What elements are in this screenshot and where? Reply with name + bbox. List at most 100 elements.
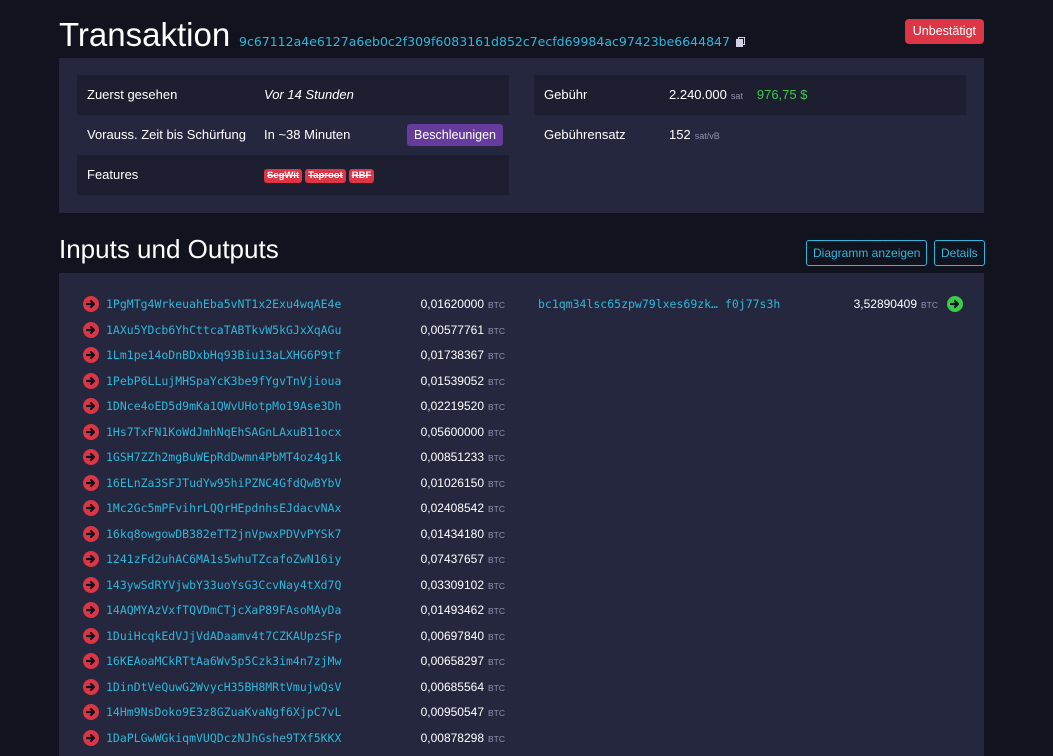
input-arrow-icon[interactable]: [83, 551, 99, 567]
input-amount-value: 0,00878298: [420, 730, 484, 745]
input-amount: 0,03309102 BTC: [421, 577, 505, 594]
input-arrow-icon[interactable]: [83, 449, 99, 465]
input-row: 1PgMTg4WrkeuahEba5vNT1x2Exu4wqAE4e 0,0162…: [59, 296, 519, 321]
input-arrow-icon[interactable]: [83, 372, 99, 389]
features-row: Features SegWit Taproot RBF: [77, 155, 509, 195]
input-amount-value: 0,03309102: [420, 577, 484, 592]
accelerate-button[interactable]: Beschleunigen: [407, 124, 504, 146]
output-amount: 3,52890409 BTC: [854, 296, 938, 313]
input-amount-unit: BTC: [488, 708, 505, 718]
input-amount: 0,07437657 BTC: [421, 551, 505, 568]
input-amount: 0,00878298 BTC: [421, 730, 505, 747]
input-amount-value: 0,02408542: [420, 501, 484, 515]
input-amount: 0,01434180 BTC: [421, 526, 505, 543]
input-arrow-icon[interactable]: [83, 296, 99, 312]
input-amount-value: 0,01620000: [420, 297, 484, 311]
input-arrow-icon[interactable]: [83, 678, 99, 695]
input-amount-unit: BTC: [488, 504, 505, 514]
feerate-value: 152: [669, 127, 691, 142]
input-address[interactable]: 16KEAoaMCkRTtAa6Wv5p5Czk3im4n7zjMw: [106, 653, 341, 669]
input-address[interactable]: 16kq8owgowDB382eTT2jnVpwxPDVvPYSk7: [106, 526, 341, 542]
input-arrow-icon[interactable]: [83, 321, 99, 338]
txid[interactable]: 9c67112a4e6127a6eb0c2f309f6083161d852c7e…: [239, 34, 745, 49]
output-amount-unit: BTC: [921, 300, 938, 310]
fee-usd: 976,75 $: [756, 87, 808, 102]
input-address[interactable]: 1DinDtVeQuwG2WvycH35BH8MRtVmujwQsV: [106, 679, 341, 695]
input-address[interactable]: 143ywSdRYVjwbY33uoYsG3CcvNay4tXd7Q: [106, 577, 341, 593]
feerate-row: Gebührensatz 152 sat/vB: [534, 115, 966, 155]
input-amount-unit: BTC: [488, 478, 505, 489]
input-amount: 0,00658297 BTC: [421, 653, 505, 670]
input-amount-unit: BTC: [488, 580, 505, 591]
input-arrow-icon[interactable]: [83, 576, 99, 593]
input-amount-value: 0,01738367: [420, 348, 484, 362]
input-row: 1AXu5YDcb6YhCttcaTABTkvW5kGJxXqAGu 0,0057…: [59, 321, 519, 347]
input-arrow-icon[interactable]: [83, 423, 99, 440]
input-address[interactable]: 1PebP6LLujMHSpaYcK3be9fYgvTnVjioua: [106, 373, 341, 389]
input-arrow-icon[interactable]: [83, 474, 99, 491]
fee-unit: sat: [730, 91, 743, 101]
input-address[interactable]: 1Lm1pe14oDnBDxbHq93Biu13aLXHG6P9tf: [106, 347, 341, 363]
input-address[interactable]: 1DNce4oED5d9mKa1QWvUHotpMo19Ase3Dh: [106, 398, 341, 414]
details-button[interactable]: Details: [934, 240, 985, 266]
input-arrow-icon[interactable]: [83, 704, 99, 720]
show-diagram-button[interactable]: Diagramm anzeigen: [806, 240, 928, 266]
input-amount: 0,01539052 BTC: [421, 373, 505, 390]
eta-value: In ~38 Minuten: [264, 127, 351, 142]
copy-icon[interactable]: [735, 35, 745, 47]
eta-row: Vorauss. Zeit bis Schürfung In ~38 Minut…: [77, 115, 509, 155]
input-amount-unit: BTC: [488, 657, 505, 667]
input-amount: 0,00685564 BTC: [421, 679, 505, 696]
first-seen-value: Vor 14 Stunden: [264, 87, 354, 102]
input-address[interactable]: 1DaPLGwWGkiqmVUQDczNJhGshe9TXf5KKX: [106, 730, 341, 746]
input-arrow-icon[interactable]: [83, 525, 99, 542]
input-address[interactable]: 1PgMTg4WrkeuahEba5vNT1x2Exu4wqAE4e: [106, 296, 341, 312]
input-amount-value: 0,00685564: [420, 679, 484, 694]
input-address[interactable]: 14Hm9NsDoko9E3z8GZuaKvaNgf6XjpC7vL: [106, 704, 341, 720]
output-arrow-icon[interactable]: [947, 296, 963, 312]
input-row: 1DNce4oED5d9mKa1QWvUHotpMo19Ase3Dh 0,0221…: [59, 398, 519, 423]
page-title: Transaktion: [59, 16, 231, 53]
input-address[interactable]: 1AXu5YDcb6YhCttcaTABTkvW5kGJxXqAGu: [106, 322, 341, 338]
input-address[interactable]: 1Hs7TxFN1KoWdJmhNqEhSAGnLAxuB11ocx: [106, 424, 341, 440]
input-arrow-icon[interactable]: [83, 347, 99, 363]
input-amount: 0,02219520 BTC: [421, 398, 505, 415]
input-address[interactable]: 16ELnZa3SFJTudYw95hiPZNC4GfdQwBYbV: [106, 475, 341, 491]
input-address[interactable]: 1GSH7ZZh2mgBuWEpRdDwmn4PbMT4oz4g1k: [106, 449, 341, 465]
input-row: 1PebP6LLujMHSpaYcK3be9fYgvTnVjioua 0,0153…: [59, 372, 519, 398]
input-arrow-icon[interactable]: [83, 500, 99, 516]
txid-text[interactable]: 9c67112a4e6127a6eb0c2f309f6083161d852c7e…: [239, 34, 730, 49]
feature-rbf[interactable]: RBF: [348, 168, 375, 183]
input-arrow-icon[interactable]: [83, 602, 99, 618]
input-address[interactable]: 1241zFd2uhAC6MA1s5whuTZcafoZwN16iy: [106, 551, 341, 567]
input-amount: 0,01493462 BTC: [421, 602, 505, 619]
input-amount: 0,00851233 BTC: [421, 449, 505, 466]
input-address[interactable]: 1Mc2Gc5mPFvihrLQQrHEpdnhsEJdacvNAx: [106, 500, 341, 516]
fee-value: 2.240.000: [669, 87, 727, 102]
feature-segwit[interactable]: SegWit: [264, 168, 303, 183]
input-row: 16KEAoaMCkRTtAa6Wv5p5Czk3im4n7zjMw 0,0065…: [59, 653, 519, 678]
input-amount-value: 0,01026150: [420, 475, 484, 490]
input-arrow-icon[interactable]: [83, 729, 99, 746]
input-row: 14Hm9NsDoko9E3z8GZuaKvaNgf6XjpC7vL 0,0095…: [59, 704, 519, 729]
input-amount-value: 0,01539052: [420, 373, 484, 388]
input-amount-unit: BTC: [488, 402, 505, 412]
input-amount-unit: BTC: [488, 325, 505, 336]
input-row: 1Mc2Gc5mPFvihrLQQrHEpdnhsEJdacvNAx 0,0240…: [59, 500, 519, 525]
input-row: 1DaPLGwWGkiqmVUQDczNJhGshe9TXf5KKX 0,0087…: [59, 729, 519, 755]
status-badge: Unbestätigt: [904, 19, 984, 44]
output-address[interactable]: bc1qm34lsc65zpw79lxes69zk… f0j77s3h: [538, 296, 780, 312]
input-amount-unit: BTC: [488, 631, 505, 642]
feature-taproot[interactable]: Taproot: [305, 168, 346, 183]
input-amount-unit: BTC: [488, 529, 505, 540]
input-row: 1Lm1pe14oDnBDxbHq93Biu13aLXHG6P9tf 0,0173…: [59, 347, 519, 372]
transaction-details: Zuerst gesehen Vor 14 Stunden Vorauss. Z…: [59, 58, 984, 213]
input-arrow-icon[interactable]: [83, 398, 99, 414]
input-arrow-icon[interactable]: [83, 653, 99, 669]
input-arrow-icon[interactable]: [83, 627, 99, 644]
fee-label: Gebühr: [544, 87, 588, 102]
input-amount-unit: BTC: [488, 351, 505, 361]
input-amount-unit: BTC: [488, 453, 505, 463]
input-address[interactable]: 14AQMYAzVxfTQVDmCTjcXaP89FAsoMAyDa: [106, 602, 341, 618]
input-address[interactable]: 1DuiHcqkEdVJjVdADaamv4t7CZKAUpzSFp: [106, 628, 341, 644]
